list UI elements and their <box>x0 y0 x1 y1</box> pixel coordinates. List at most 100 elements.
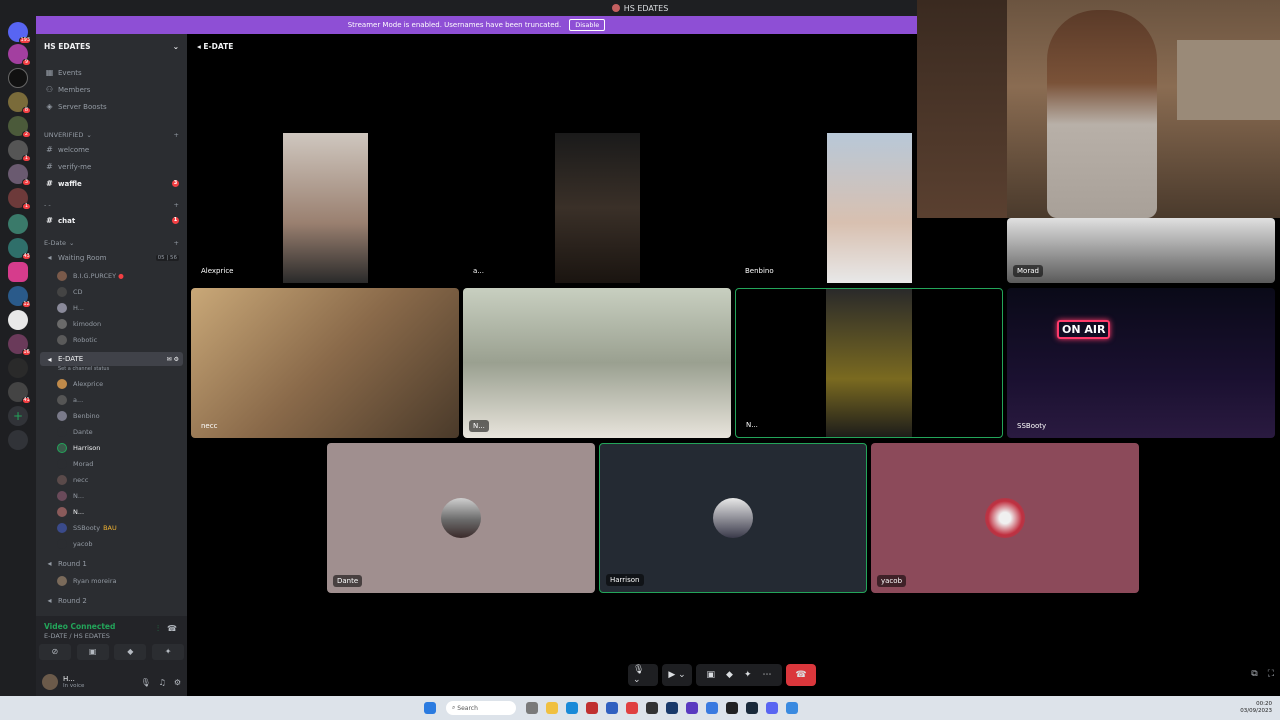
video-tile-alexprice[interactable]: Alexprice <box>191 133 459 283</box>
server-header[interactable]: HS EDATES ⌄ <box>36 34 187 58</box>
tile-harrison[interactable]: Harrison <box>599 443 867 593</box>
camera-button[interactable]: ▶ ⌄ <box>662 664 692 686</box>
app-icon[interactable] <box>646 702 658 714</box>
voice-member[interactable]: CD <box>57 287 83 297</box>
voice-member[interactable]: N... <box>57 507 84 517</box>
tile-dante[interactable]: Dante <box>327 443 595 593</box>
start-icon[interactable] <box>424 702 436 714</box>
kick-icon[interactable] <box>8 358 28 378</box>
headphones-icon[interactable]: ♫ <box>159 678 166 687</box>
video-tile-n2[interactable]: N... <box>735 288 1003 438</box>
activity-button[interactable]: ◆ <box>114 644 147 660</box>
taskbar-search[interactable]: ⌕ Search <box>446 701 516 715</box>
gear-icon[interactable]: ⚙ <box>174 678 181 687</box>
server-icon[interactable]: 43 <box>8 238 31 260</box>
video-tile-n1[interactable]: N... <box>463 288 731 438</box>
server-icon[interactable]: 9 <box>8 44 31 66</box>
voice-member[interactable]: Dante <box>57 427 93 437</box>
discord-icon[interactable] <box>766 702 778 714</box>
avatar[interactable] <box>42 674 58 690</box>
voice-channel-edate[interactable]: ◂ E-DATE ✉ ⚙ <box>40 352 183 366</box>
server-icon[interactable]: 1 <box>8 140 31 162</box>
add-channel-icon[interactable]: + <box>174 131 179 139</box>
voice-channel-waiting-room[interactable]: ◂ Waiting Room 05 | 56 <box>36 253 187 262</box>
server-icon[interactable]: 16 <box>8 334 31 356</box>
category-dash[interactable]: - - + <box>36 201 187 209</box>
video-tile-a[interactable]: a... <box>463 133 731 283</box>
app-icon[interactable] <box>606 702 618 714</box>
server-icon[interactable]: 8 <box>8 92 31 114</box>
app-icon[interactable] <box>526 702 538 714</box>
server-icon[interactable]: 12 <box>8 286 31 308</box>
server-icon[interactable]: 3 <box>8 164 31 186</box>
app-icon[interactable] <box>706 702 718 714</box>
channel-chat[interactable]: # chat 1 <box>36 216 187 225</box>
voice-channel-round-2[interactable]: ◂ Round 2 <box>36 596 187 605</box>
voice-member[interactable]: yacob <box>57 539 93 549</box>
channel-status[interactable]: Set a channel status <box>36 366 187 372</box>
voice-member[interactable]: kimodon <box>57 319 101 329</box>
voice-member[interactable]: Benbino <box>57 411 100 421</box>
screen-share-button[interactable]: ▣ <box>76 644 109 660</box>
activity-icon[interactable]: ◆ <box>726 670 733 680</box>
fullscreen-icon[interactable]: ⛶ <box>1268 669 1274 679</box>
video-tile-morad[interactable]: Morad <box>1007 218 1275 283</box>
add-server-icon[interactable]: + <box>8 406 28 426</box>
mail-icon[interactable] <box>586 702 598 714</box>
soundboard-button[interactable]: ✦ <box>152 644 185 660</box>
camera-off-button[interactable]: ⊘ <box>38 644 71 660</box>
voice-member[interactable]: Harrison <box>57 443 100 453</box>
soundboard-icon[interactable]: ✦ <box>744 670 752 680</box>
voice-member[interactable]: Morad <box>57 459 93 469</box>
channel-verify-me[interactable]: # verify-me <box>36 162 187 171</box>
steam-icon[interactable] <box>666 702 678 714</box>
mute-button[interactable]: 🎙︎ ⌄ <box>628 664 658 686</box>
more-icon[interactable]: ⋯ <box>762 670 771 680</box>
microphone-icon[interactable]: 🎙︎ <box>141 678 151 687</box>
app-icon[interactable] <box>726 702 738 714</box>
voice-member[interactable]: a... <box>57 395 83 405</box>
disable-button[interactable]: Disable <box>569 19 606 31</box>
server-icon[interactable]: 2 <box>8 116 31 138</box>
sidebar-item-server-boosts[interactable]: ◈ Server Boosts <box>36 102 187 111</box>
voice-member[interactable]: necc <box>57 475 88 485</box>
channel-settings-icon[interactable]: ✉ ⚙ <box>167 356 179 363</box>
voice-member[interactable]: N... <box>57 491 84 501</box>
voice-member[interactable]: SSBooty BAU <box>57 523 117 533</box>
voice-member[interactable]: H... <box>57 303 84 313</box>
server-icon[interactable] <box>8 310 28 330</box>
server-icon[interactable] <box>8 68 28 88</box>
home-icon[interactable]: 193 <box>8 22 31 44</box>
tile-yacob[interactable]: yacob <box>871 443 1139 593</box>
screen-share-icon[interactable]: ▣ <box>707 670 716 680</box>
steam-icon[interactable] <box>746 702 758 714</box>
popout-icon[interactable]: ⧉ <box>1251 669 1257 679</box>
voice-member[interactable]: B.I.G.PURCEY ● <box>57 271 124 281</box>
voice-channel-round-1[interactable]: ◂ Round 1 <box>36 559 187 568</box>
video-tile-necc[interactable]: necc <box>191 288 459 438</box>
sidebar-item-events[interactable]: ▦ Events <box>36 68 187 77</box>
sidebar-item-members[interactable]: ⚇ Members <box>36 85 187 94</box>
add-channel-icon[interactable]: + <box>174 201 179 209</box>
signal-icon[interactable]: ⫶ <box>157 624 159 634</box>
video-tile-ssbooty[interactable]: ON AIR SSBooty <box>1007 288 1275 438</box>
edge-icon[interactable] <box>566 702 578 714</box>
server-icon[interactable] <box>8 214 28 234</box>
voice-member[interactable]: Ryan moreira <box>57 576 116 586</box>
app-icon[interactable] <box>686 702 698 714</box>
voice-member[interactable]: Robotic <box>57 335 97 345</box>
explore-icon[interactable] <box>8 430 28 450</box>
voice-member[interactable]: Alexprice <box>57 379 103 389</box>
camera-icon[interactable] <box>8 262 28 282</box>
folder-icon[interactable] <box>546 702 558 714</box>
chrome-icon[interactable] <box>626 702 638 714</box>
category-edate[interactable]: E-Date ⌄ + <box>36 239 187 247</box>
disconnect-icon[interactable]: ☎ <box>167 624 177 633</box>
clock[interactable]: 00:20 03/09/2023 <box>1240 701 1272 715</box>
category-unverified[interactable]: UNVERIFIED ⌄ + <box>36 131 187 139</box>
channel-waffle[interactable]: # waffle 3 <box>36 179 187 188</box>
app-icon[interactable] <box>786 702 798 714</box>
add-channel-icon[interactable]: + <box>174 239 179 247</box>
channel-welcome[interactable]: # welcome <box>36 145 187 154</box>
server-icon[interactable]: 1 <box>8 188 31 210</box>
